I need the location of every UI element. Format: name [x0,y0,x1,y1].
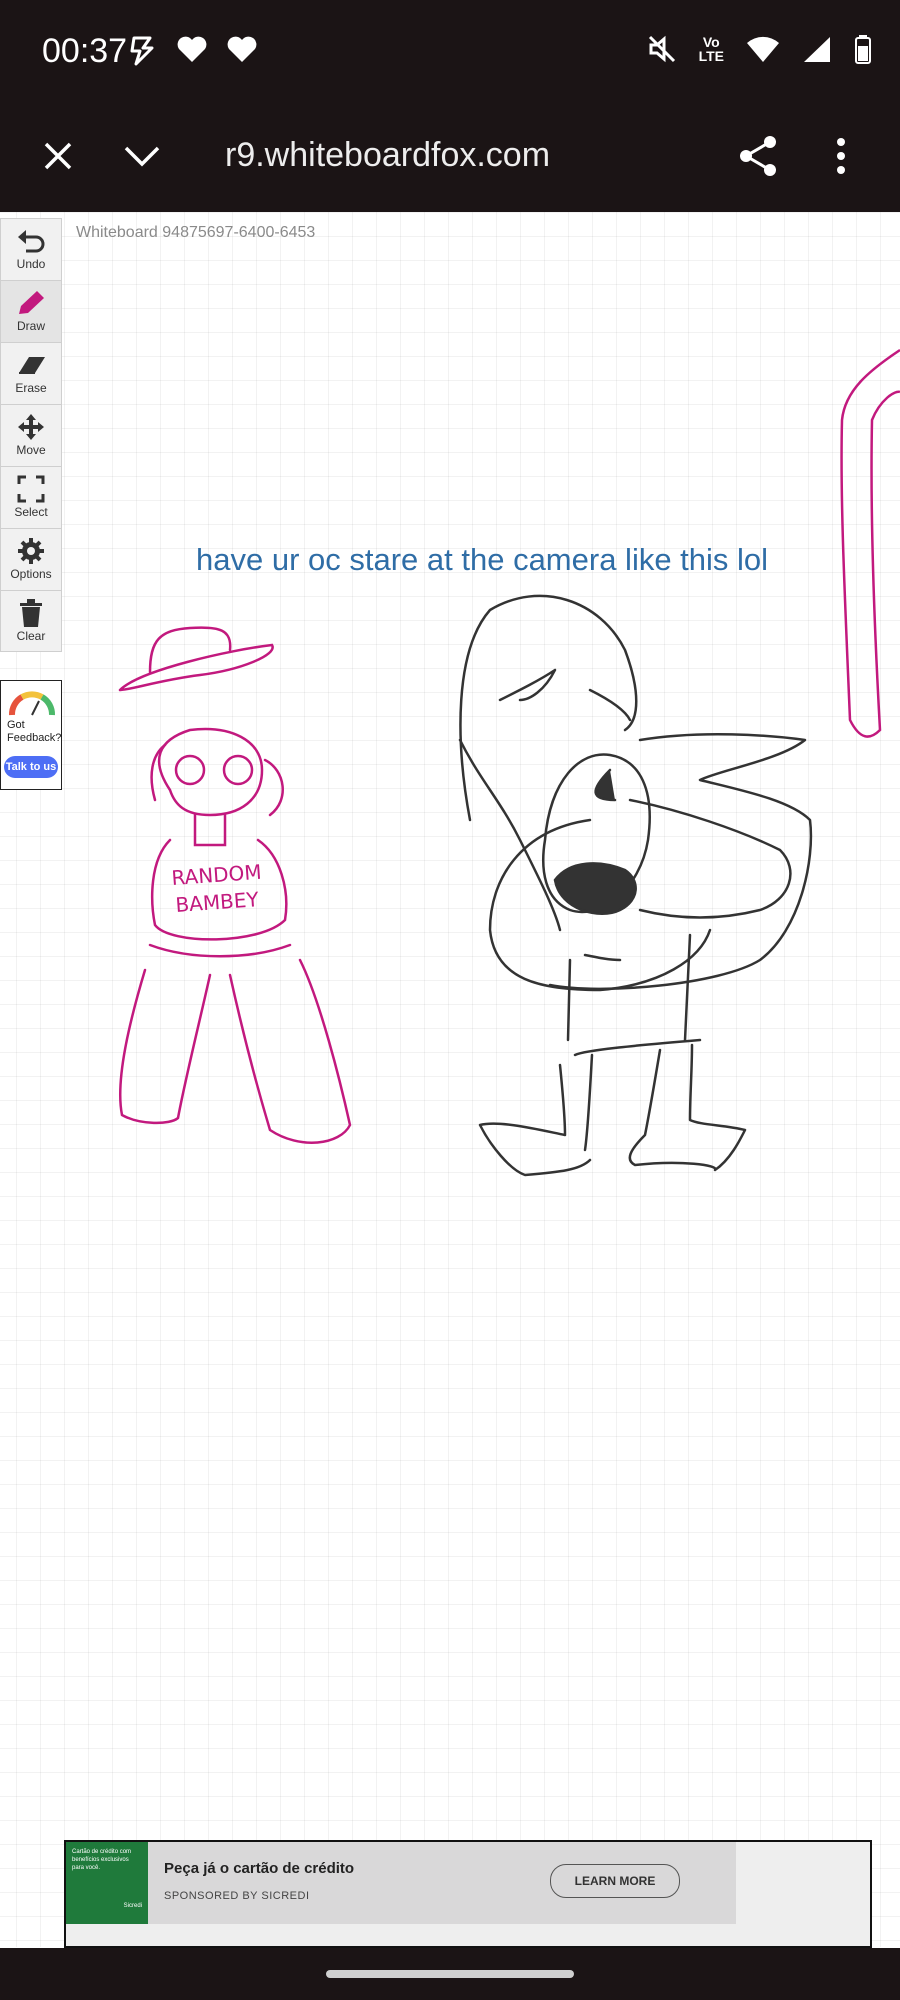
move-icon [18,414,44,440]
home-gesture-handle[interactable] [326,1970,574,1978]
magenta-edge-sketch [840,348,900,738]
talk-to-us-button[interactable]: Talk to us [4,756,58,778]
sweater-text-line2: BAMBEY [175,887,260,917]
eraser-icon [19,357,45,374]
gear-icon [18,538,44,564]
status-bar: 00:37 Vo LTE [0,0,900,100]
heart-icon [227,36,257,62]
pencil-icon [19,291,44,314]
clock: 00:37 [42,32,128,70]
notification-icons [128,34,258,66]
system-icons: Vo LTE [647,34,872,64]
volte-icon: Vo LTE [698,34,724,64]
share-icon[interactable] [736,134,780,178]
learn-more-button[interactable]: LEARN MORE [550,1864,680,1898]
ad-banner[interactable]: Cartão de crédito com benefícios exclusi… [64,1840,872,1948]
close-icon[interactable] [38,136,78,176]
erase-button[interactable]: Erase [0,342,62,404]
dark-character-sketch [458,594,813,1177]
clear-button[interactable]: Clear [0,590,62,652]
tool-sidebar: Undo Draw Erase Move Select Options Clea… [0,218,64,652]
sweater-text-line1: RANDOM [171,860,263,890]
move-button[interactable]: Move [0,404,62,466]
browser-toolbar: r9.whiteboardfox.com [0,100,900,212]
bolt-icon [130,36,154,66]
system-navigation-bar [0,1948,900,2000]
feedback-widget[interactable]: Got Feedback? Talk to us [0,680,62,790]
feedback-text: Got Feedback? [7,719,62,744]
mute-icon [648,35,675,63]
whiteboard-canvas[interactable]: Whiteboard 94875697-6400-6453 have ur oc… [0,212,900,1947]
ad-thumbnail: Cartão de crédito com benefícios exclusi… [66,1842,148,1924]
chevron-down-icon[interactable] [120,136,164,176]
draw-button[interactable]: Draw [0,280,62,342]
more-options-icon[interactable] [826,134,856,178]
ad-content[interactable]: Cartão de crédito com benefícios exclusi… [66,1842,736,1924]
undo-button[interactable]: Undo [0,218,62,280]
signal-icon [804,37,830,62]
select-button[interactable]: Select [0,466,62,528]
select-icon [17,475,45,503]
heart-icon [177,36,207,62]
ad-sponsor: SPONSORED BY SICREDI [164,1890,310,1902]
options-button[interactable]: Options [0,528,62,590]
wifi-icon [747,36,779,62]
sketch-drawings: RANDOM BAMBEY [118,348,900,1177]
undo-icon [18,230,45,253]
battery-icon [855,35,871,64]
trash-icon [20,599,42,627]
ad-headline: Peça já o cartão de crédito [164,1860,355,1877]
feedback-gauge-icon [9,691,55,716]
url-text[interactable]: r9.whiteboardfox.com [225,136,550,175]
